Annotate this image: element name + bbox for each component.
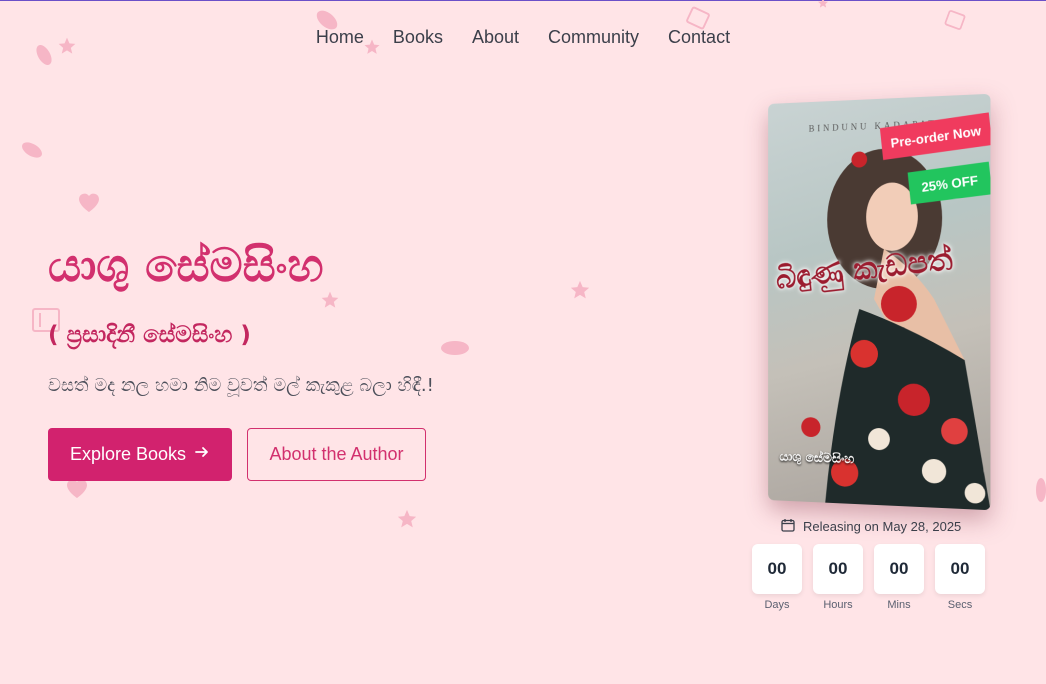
book-cover[interactable]: BINDUNU KADAPATH බිඳුණු කැඩපත් යාශු සේමස… — [768, 93, 991, 511]
book-cover-author: යාශු සේමසිංහ — [779, 449, 855, 468]
countdown-hours: 00 Hours — [813, 544, 863, 611]
star-decoration-icon — [815, 0, 831, 9]
petal-decoration-icon — [18, 138, 46, 162]
main-nav: Home Books About Community Contact — [0, 27, 1046, 47]
countdown-label: Secs — [947, 599, 973, 611]
nav-home[interactable]: Home — [301, 27, 378, 47]
arrow-right-icon — [194, 444, 210, 465]
about-author-label: About the Author — [269, 444, 404, 464]
heart-decoration-icon — [77, 191, 101, 213]
explore-books-button[interactable]: Explore Books — [48, 428, 232, 481]
star-decoration-icon — [569, 279, 591, 301]
nav-books[interactable]: Books — [378, 27, 457, 47]
countdown-value: 00 — [752, 544, 802, 594]
explore-books-label: Explore Books — [69, 444, 187, 464]
countdown-label: Days — [764, 599, 790, 611]
calendar-icon — [781, 518, 795, 535]
nav-contact[interactable]: Contact — [654, 27, 745, 47]
release-date-text: Releasing on May 28, 2025 — [803, 519, 962, 534]
release-info: Releasing on May 28, 2025 — [781, 518, 961, 535]
countdown-label: Mins — [887, 599, 911, 611]
countdown-timer: 00 Days 00 Hours 00 Mins 00 Secs — [752, 544, 985, 611]
countdown-value: 00 — [874, 544, 924, 594]
lips-decoration-icon — [440, 339, 470, 357]
star-decoration-icon — [396, 508, 418, 530]
countdown-days: 00 Days — [752, 544, 802, 611]
hero-title: යාශු සේමසිංහ — [48, 238, 324, 292]
hero-subtitle: ( ප්‍රසාදිනී සේමසිංහ ) — [48, 322, 251, 348]
countdown-mins: 00 Mins — [874, 544, 924, 611]
petal-decoration-icon — [1036, 477, 1046, 503]
nav-about[interactable]: About — [457, 27, 533, 47]
countdown-value: 00 — [813, 544, 863, 594]
countdown-label: Hours — [823, 599, 853, 611]
book-cover-art — [801, 146, 991, 511]
countdown-value: 00 — [935, 544, 985, 594]
countdown-secs: 00 Secs — [935, 544, 985, 611]
nav-community[interactable]: Community — [534, 27, 654, 47]
about-author-button[interactable]: About the Author — [247, 428, 426, 481]
hero-tagline: වසත් මද නල හමා නිම වූවත් මල් කැකුළ බලා හ… — [48, 375, 434, 396]
